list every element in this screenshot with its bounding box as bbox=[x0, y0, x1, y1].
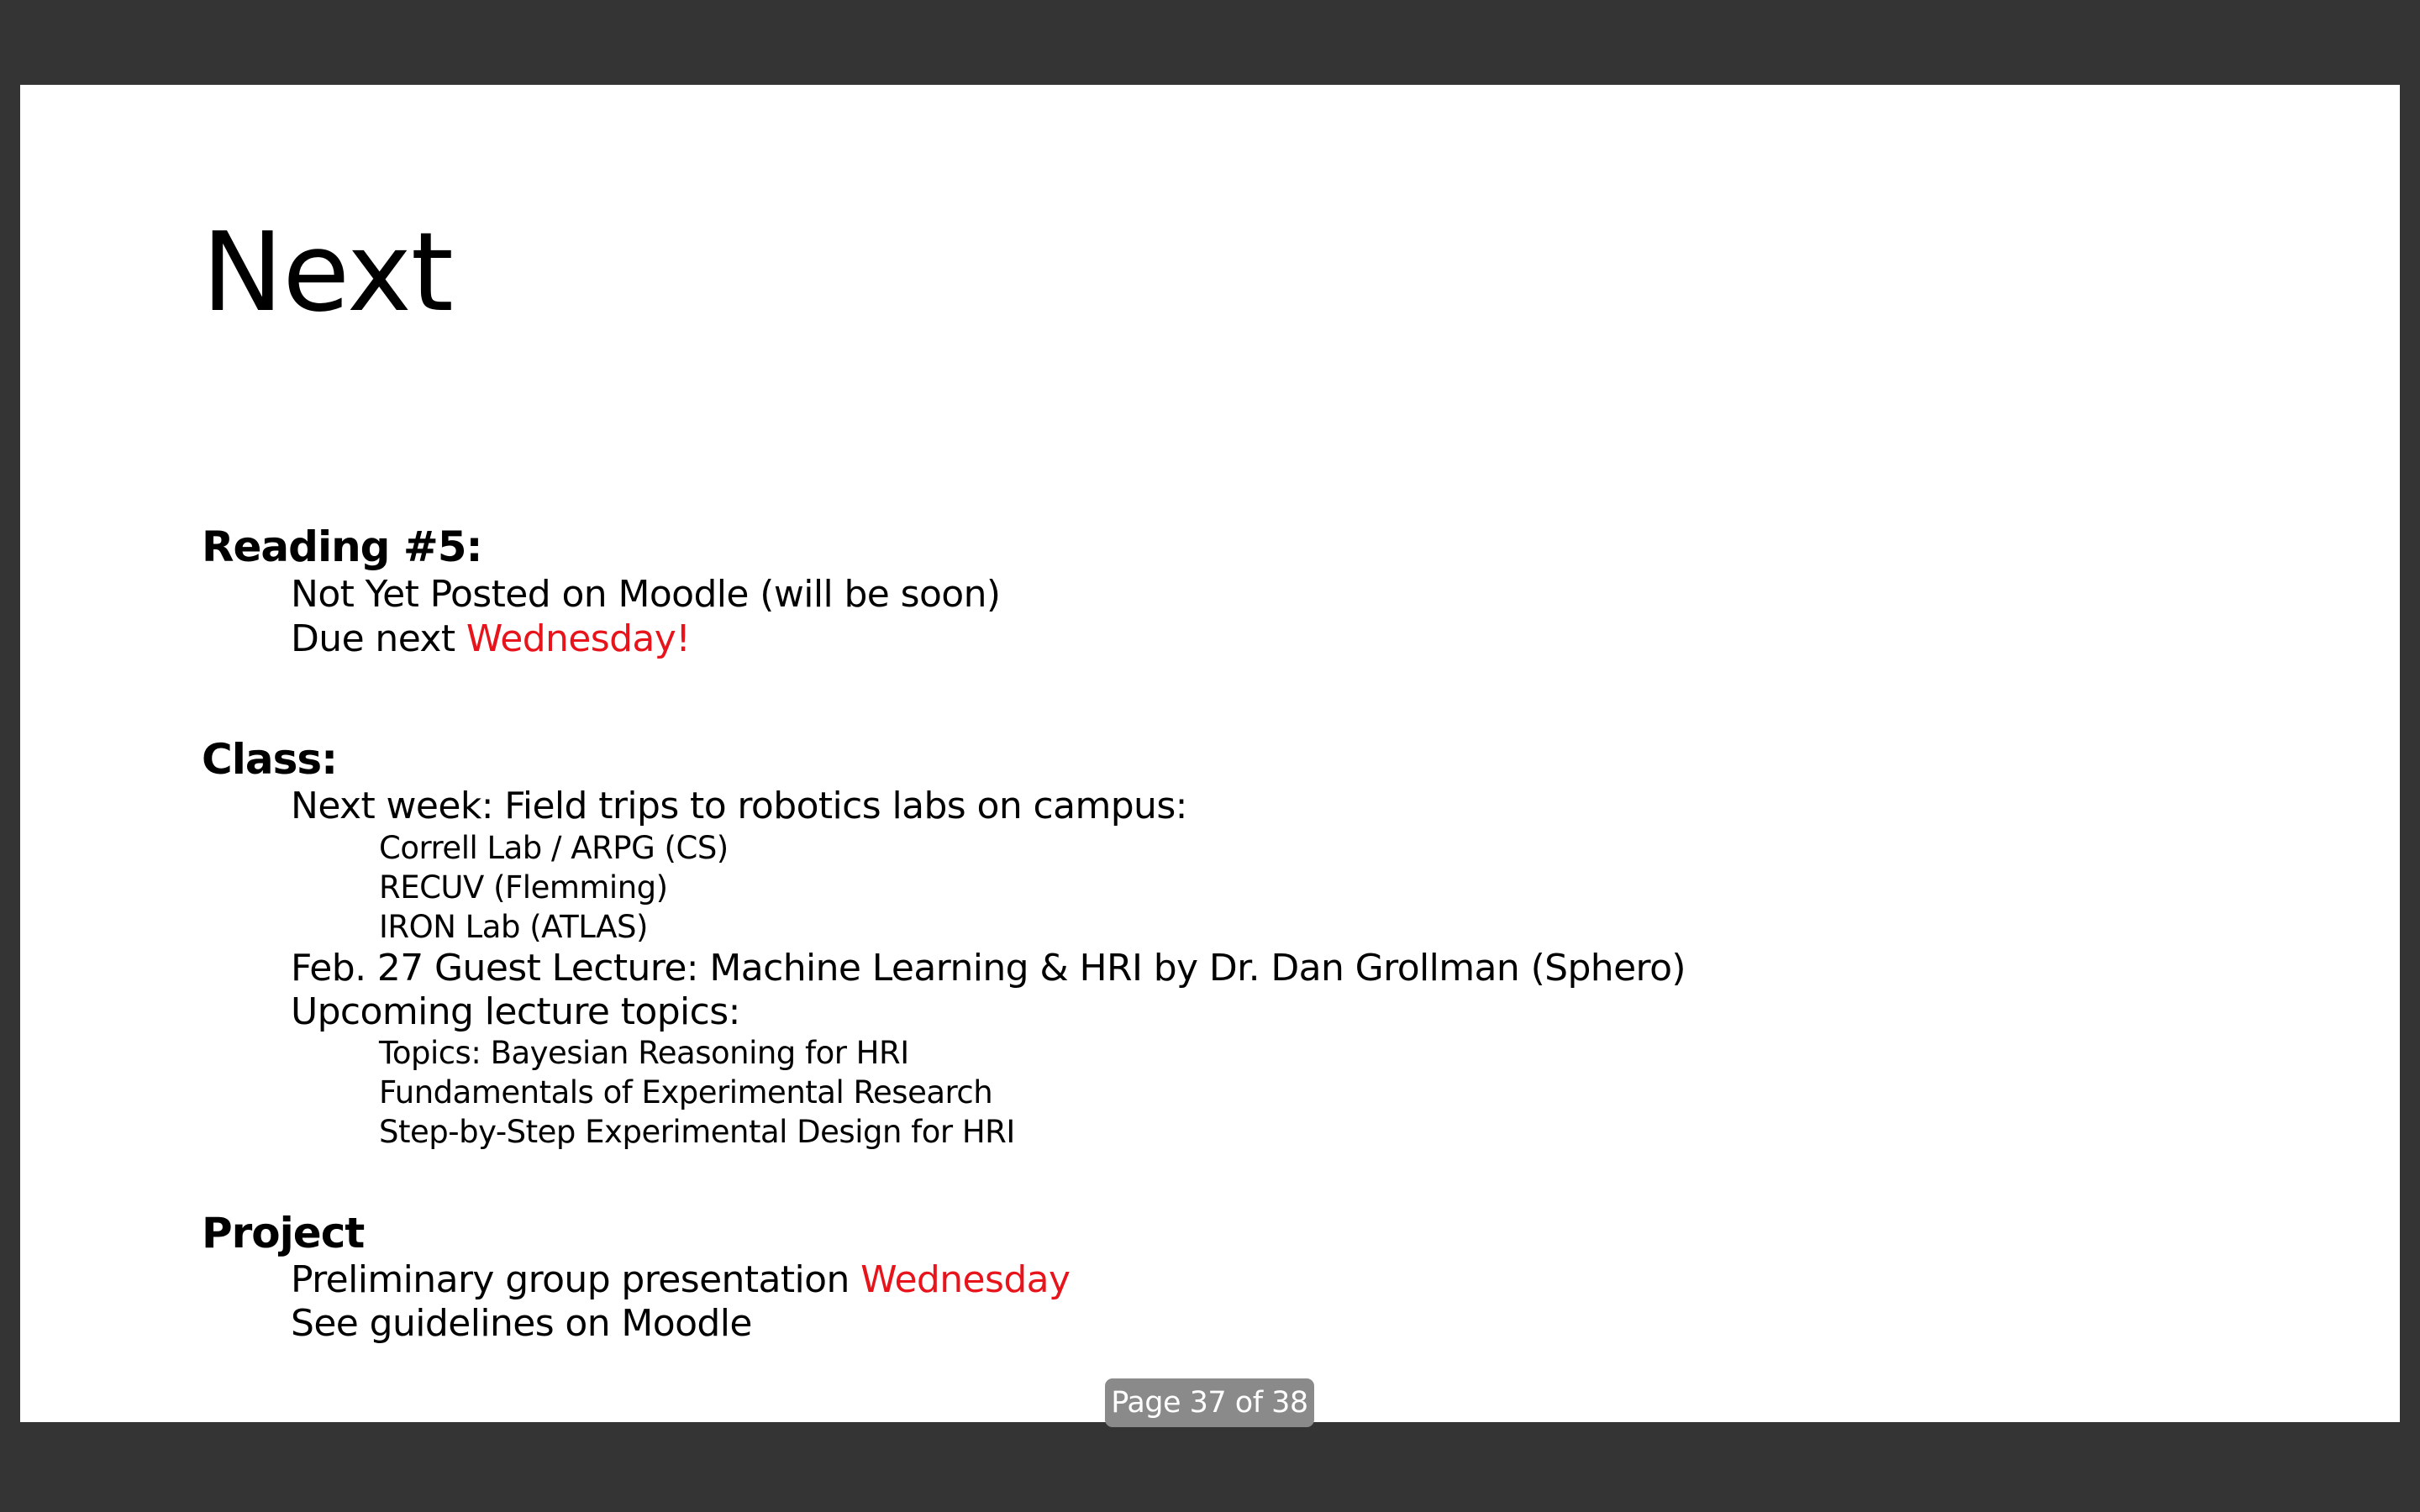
class-line-guest-lecture: Feb. 27 Guest Lecture: Machine Learning … bbox=[291, 947, 1686, 990]
class-heading: Class: bbox=[202, 735, 338, 784]
reading-line-2: Due next Wednesday! bbox=[291, 621, 691, 658]
lab-item: IRON Lab (ATLAS) bbox=[379, 909, 648, 945]
class-line-upcoming: Upcoming lecture topics: bbox=[291, 990, 740, 1033]
topic-item: Topics: Bayesian Reasoning for HRI bbox=[379, 1035, 909, 1071]
project-line-2: See guidelines on Moodle bbox=[291, 1302, 752, 1345]
topic-item: Fundamentals of Experimental Research bbox=[379, 1074, 993, 1110]
slide-page: Next Reading #5: Not Yet Posted on Moodl… bbox=[20, 85, 2400, 1422]
reading-heading: Reading #5: bbox=[202, 522, 483, 571]
page-indicator: Page 37 of 38 bbox=[1105, 1378, 1314, 1427]
class-line-field-trips: Next week: Field trips to robotics labs … bbox=[291, 785, 1187, 827]
reading-line-1: Not Yet Posted on Moodle (will be soon) bbox=[291, 573, 1001, 616]
project-line-1: Preliminary group presentation Wednesday bbox=[291, 1262, 1071, 1299]
pdf-viewer: Next Reading #5: Not Yet Posted on Moodl… bbox=[0, 0, 2420, 1512]
slide-title: Next bbox=[202, 208, 454, 336]
project-presentation-highlight: Wednesday bbox=[860, 1258, 1071, 1301]
reading-due-highlight: Wednesday! bbox=[466, 617, 691, 660]
project-presentation-text: Preliminary group presentation bbox=[291, 1258, 861, 1301]
reading-due-text: Due next bbox=[291, 617, 466, 660]
topic-item: Step-by-Step Experimental Design for HRI bbox=[379, 1114, 1015, 1150]
lab-item: Correll Lab / ARPG (CS) bbox=[379, 830, 729, 866]
lab-item: RECUV (Flemming) bbox=[379, 869, 668, 906]
project-heading: Project bbox=[202, 1209, 365, 1257]
